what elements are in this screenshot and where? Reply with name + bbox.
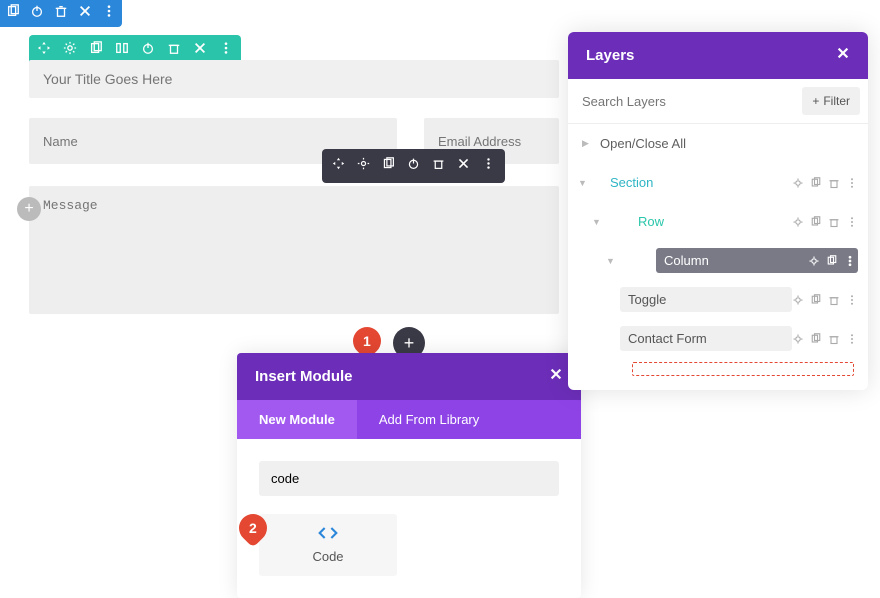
module-option-code[interactable]: Code xyxy=(259,514,397,576)
module-option-label: Code xyxy=(271,549,385,564)
open-close-all[interactable]: ▶ Open/Close All xyxy=(568,124,868,163)
layers-search-input[interactable] xyxy=(582,88,802,115)
title-input[interactable] xyxy=(29,60,559,98)
message-input[interactable] xyxy=(29,186,559,314)
modal-title: Insert Module xyxy=(255,368,353,385)
move-icon[interactable] xyxy=(37,41,51,60)
drop-zone[interactable] xyxy=(632,362,854,376)
tree-item-section[interactable]: ▼ Section xyxy=(568,163,868,202)
tree-item-column[interactable]: ▼ Column xyxy=(568,241,868,280)
power-icon[interactable] xyxy=(407,157,420,175)
tree-item-row[interactable]: ▼ Row xyxy=(568,202,868,241)
columns-icon[interactable] xyxy=(115,41,129,60)
close-icon[interactable] xyxy=(193,41,207,60)
more-icon[interactable] xyxy=(482,157,495,175)
modal-tabs: New Module Add From Library xyxy=(237,400,581,439)
chevron-down-icon: ▼ xyxy=(606,256,618,266)
copy-icon[interactable] xyxy=(89,41,103,60)
power-icon[interactable] xyxy=(30,4,44,23)
close-icon[interactable] xyxy=(549,367,563,386)
close-icon[interactable] xyxy=(78,4,92,23)
code-icon xyxy=(318,528,338,543)
filter-button[interactable]: +Filter xyxy=(802,87,860,115)
copy-icon[interactable] xyxy=(6,4,20,23)
tree-item-toggle[interactable]: Toggle xyxy=(568,280,868,319)
more-icon[interactable] xyxy=(102,4,116,23)
gear-icon[interactable] xyxy=(63,41,77,60)
power-icon[interactable] xyxy=(141,41,155,60)
chevron-down-icon: ▼ xyxy=(578,178,590,188)
tree-item-actions[interactable] xyxy=(808,255,856,267)
tree-item-actions[interactable] xyxy=(792,333,858,345)
close-icon[interactable] xyxy=(836,46,850,65)
layers-title: Layers xyxy=(586,47,634,64)
module-search-input[interactable] xyxy=(259,461,559,496)
chevron-right-icon: ▶ xyxy=(582,138,594,149)
tree-item-actions[interactable] xyxy=(792,177,858,189)
chevron-down-icon: ▼ xyxy=(592,217,604,227)
module-toolbar[interactable] xyxy=(322,149,505,183)
add-row-button[interactable]: + xyxy=(17,197,41,221)
gear-icon[interactable] xyxy=(357,157,370,175)
tree-item-actions[interactable] xyxy=(792,216,858,228)
move-icon[interactable] xyxy=(332,157,345,175)
modal-header: Insert Module xyxy=(237,353,581,400)
trash-icon[interactable] xyxy=(432,157,445,175)
layers-header: Layers xyxy=(568,32,868,79)
tree-item-actions[interactable] xyxy=(792,294,858,306)
trash-icon[interactable] xyxy=(167,41,181,60)
trash-icon[interactable] xyxy=(54,4,68,23)
tab-new-module[interactable]: New Module xyxy=(237,400,357,439)
layers-search-bar: +Filter xyxy=(568,79,868,124)
section-toolbar[interactable] xyxy=(0,0,122,27)
tab-add-from-library[interactable]: Add From Library xyxy=(357,400,501,439)
close-icon[interactable] xyxy=(457,157,470,175)
insert-module-modal: Insert Module New Module Add From Librar… xyxy=(237,353,581,598)
layers-panel: Layers +Filter ▶ Open/Close All ▼ Sectio… xyxy=(568,32,868,390)
copy-icon[interactable] xyxy=(382,157,395,175)
more-icon[interactable] xyxy=(219,41,233,60)
tree-item-contact-form[interactable]: Contact Form xyxy=(568,319,868,358)
